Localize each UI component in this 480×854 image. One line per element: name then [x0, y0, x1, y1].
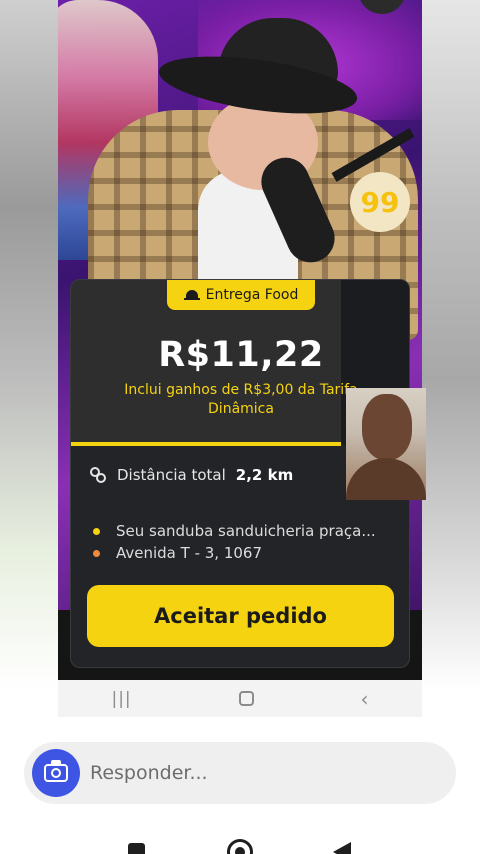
blurred-backdrop-left — [0, 0, 58, 690]
price-note: Inclui ganhos de R$3,00 da Tarifa Dinâmi… — [124, 382, 358, 417]
offer-price: R$11,22 — [158, 335, 324, 375]
distance-label: Distância total — [117, 466, 226, 484]
camera-icon-lens — [51, 768, 61, 778]
dropoff-address: Avenida T - 3, 1067 — [116, 544, 263, 562]
recents-icon: ||| — [111, 688, 132, 709]
back-icon: ‹ — [360, 686, 369, 711]
camera-button[interactable] — [32, 749, 80, 797]
reply-bar — [24, 742, 456, 804]
offer-timer-bar — [71, 442, 341, 446]
system-back-icon[interactable] — [333, 842, 351, 854]
system-home-icon[interactable] — [227, 839, 253, 854]
offer-type-label: Entrega Food — [205, 287, 299, 303]
brand-logo: 99 — [350, 172, 410, 232]
pip-body — [346, 458, 426, 500]
distance-row: Distância total 2,2 km — [89, 463, 293, 487]
accept-order-button[interactable]: Aceitar pedido — [87, 585, 394, 647]
dropoff-dot-icon — [93, 549, 100, 557]
pickup-address: Seu sanduba sanduicheria praça... — [116, 522, 376, 540]
pickup-dot-icon — [93, 527, 100, 535]
pip-head — [362, 394, 412, 460]
reply-input[interactable] — [90, 762, 430, 784]
pickup-stop: Seu sanduba sanduicheria praça... — [93, 520, 393, 542]
route-icon — [89, 466, 107, 484]
system-recents-icon[interactable] — [128, 843, 145, 854]
system-nav-bar — [0, 838, 480, 854]
offer-type-badge: Entrega Food — [167, 280, 315, 310]
inner-nav-bar: ||| ‹ — [58, 680, 422, 717]
blurred-backdrop-right — [422, 0, 480, 690]
distance-value: 2,2 km — [235, 466, 294, 484]
dropoff-stop: Avenida T - 3, 1067 — [93, 542, 393, 564]
food-bell-icon — [183, 289, 200, 301]
home-icon — [238, 691, 254, 706]
picture-in-picture-face — [346, 388, 426, 500]
